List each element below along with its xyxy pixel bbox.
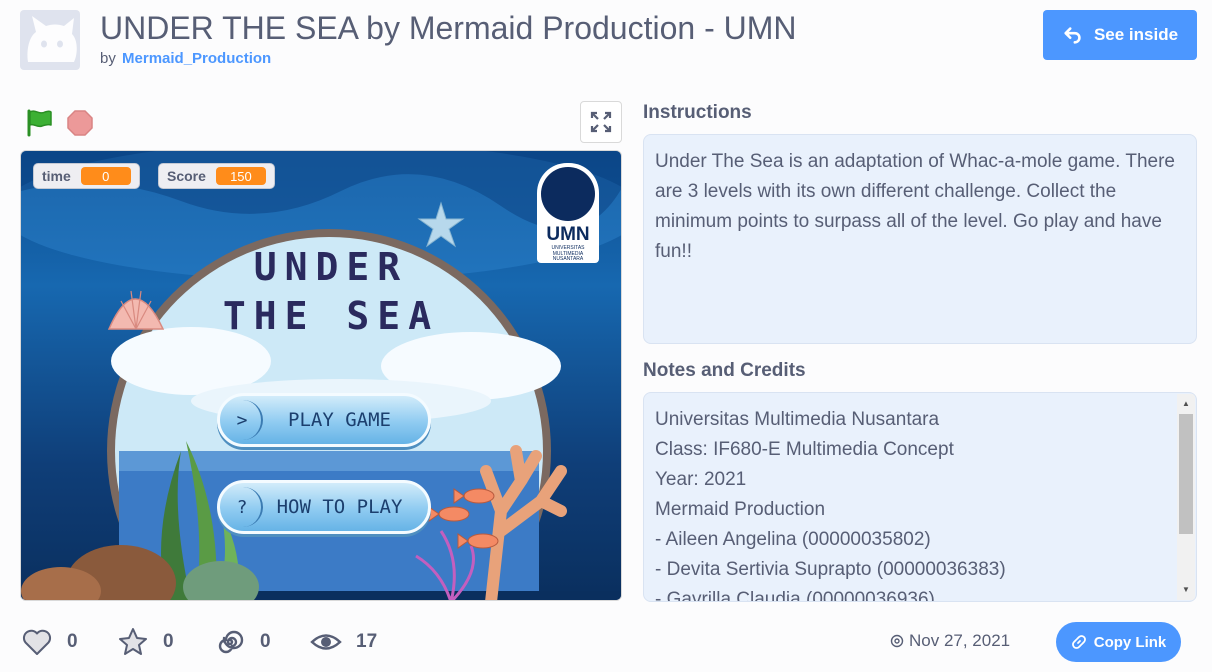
love-stat[interactable]: 0 xyxy=(21,626,78,658)
star-icon xyxy=(119,628,147,655)
stop-button[interactable] xyxy=(66,109,94,137)
see-inside-button[interactable]: See inside xyxy=(1043,10,1197,60)
scroll-down-arrow-icon[interactable]: ▼ xyxy=(1177,582,1195,598)
author-byline: by Mermaid_Production xyxy=(100,50,271,67)
stop-sign-icon xyxy=(67,110,93,136)
view-stat: 17 xyxy=(310,626,377,658)
project-stage[interactable]: time 0 Score 150 UMN UNIVERSITAS MULTIME… xyxy=(20,150,622,601)
cat-avatar-icon xyxy=(27,16,77,62)
share-date-text: Nov 27, 2021 xyxy=(909,631,1011,650)
instructions-box[interactable]: Under The Sea is an adaptation of Whac-a… xyxy=(643,134,1197,344)
time-monitor-value: 0 xyxy=(80,167,131,185)
project-title: UNDER THE SEA by Mermaid Production - UM… xyxy=(100,10,797,46)
play-arrow-icon: > xyxy=(223,400,263,440)
game-title-line2: THE SEA xyxy=(222,294,440,339)
copy-link-button[interactable]: Copy Link xyxy=(1056,622,1181,662)
by-label: by xyxy=(100,50,116,67)
share-clock-icon xyxy=(890,634,904,648)
umn-logo-subtitle: UNIVERSITAS MULTIMEDIA NUSANTARA xyxy=(551,245,585,262)
notes-line: - Aileen Angelina (00000035802) xyxy=(655,529,931,550)
love-count: 0 xyxy=(67,631,78,652)
view-count: 17 xyxy=(356,631,378,652)
notes-scrollbar[interactable]: ▲ ▼ xyxy=(1177,394,1195,600)
favorite-stat[interactable]: 0 xyxy=(117,626,174,658)
favorite-count: 0 xyxy=(163,631,174,652)
fullscreen-icon xyxy=(590,111,612,133)
scroll-up-arrow-icon[interactable]: ▲ xyxy=(1177,396,1195,412)
how-to-play-label: HOW TO PLAY xyxy=(276,496,403,518)
how-to-play-button[interactable]: ? HOW TO PLAY xyxy=(217,480,431,534)
instructions-text: Under The Sea is an adaptation of Whac-a… xyxy=(655,151,1175,262)
author-avatar[interactable] xyxy=(20,10,80,70)
notes-line: Year: 2021 xyxy=(655,469,747,490)
umn-logo-name: UMN xyxy=(546,224,590,245)
link-icon xyxy=(1071,635,1086,649)
green-flag-button[interactable] xyxy=(24,108,54,138)
umn-logo: UMN UNIVERSITAS MULTIMEDIA NUSANTARA xyxy=(537,163,599,263)
remix-arrows-icon xyxy=(1064,27,1081,44)
score-monitor-label: Score xyxy=(167,168,206,184)
notes-line: - Gavrilla Claudia (00000036936) xyxy=(655,589,935,602)
question-mark-icon: ? xyxy=(223,487,263,527)
notes-line: Mermaid Production xyxy=(655,499,826,520)
game-title-line1: UNDER xyxy=(253,245,409,289)
remix-stat: 0 xyxy=(214,626,271,658)
notes-line: - Devita Sertivia Suprapto (00000036383) xyxy=(655,559,1006,580)
notes-line: Universitas Multimedia Nusantara xyxy=(655,409,940,430)
heart-icon xyxy=(22,629,52,655)
score-monitor-value: 150 xyxy=(215,167,266,185)
copy-link-label: Copy Link xyxy=(1093,633,1167,651)
game-title: UNDER THE SEA xyxy=(221,243,441,342)
scrollbar-thumb[interactable] xyxy=(1179,414,1193,534)
remix-count: 0 xyxy=(260,631,271,652)
notes-line: Class: IF680-E Multimedia Concept xyxy=(655,439,954,460)
green-flag-icon xyxy=(27,109,52,137)
notes-box[interactable]: Universitas Multimedia Nusantara Class: … xyxy=(643,392,1197,602)
time-monitor-label: time xyxy=(42,168,71,184)
notes-heading: Notes and Credits xyxy=(643,360,806,381)
fullscreen-button[interactable] xyxy=(580,101,622,143)
share-date: Nov 27, 2021 xyxy=(890,631,1010,651)
remix-spiral-icon xyxy=(218,630,244,654)
score-monitor: Score 150 xyxy=(158,163,275,189)
eye-icon xyxy=(310,634,342,650)
umn-emblem-icon xyxy=(541,167,595,221)
time-monitor: time 0 xyxy=(33,163,140,189)
play-game-button[interactable]: > PLAY GAME xyxy=(217,393,431,447)
play-game-label: PLAY GAME xyxy=(288,409,391,431)
instructions-heading: Instructions xyxy=(643,102,752,123)
author-link[interactable]: Mermaid_Production xyxy=(122,50,271,67)
see-inside-label: See inside xyxy=(1093,25,1179,44)
